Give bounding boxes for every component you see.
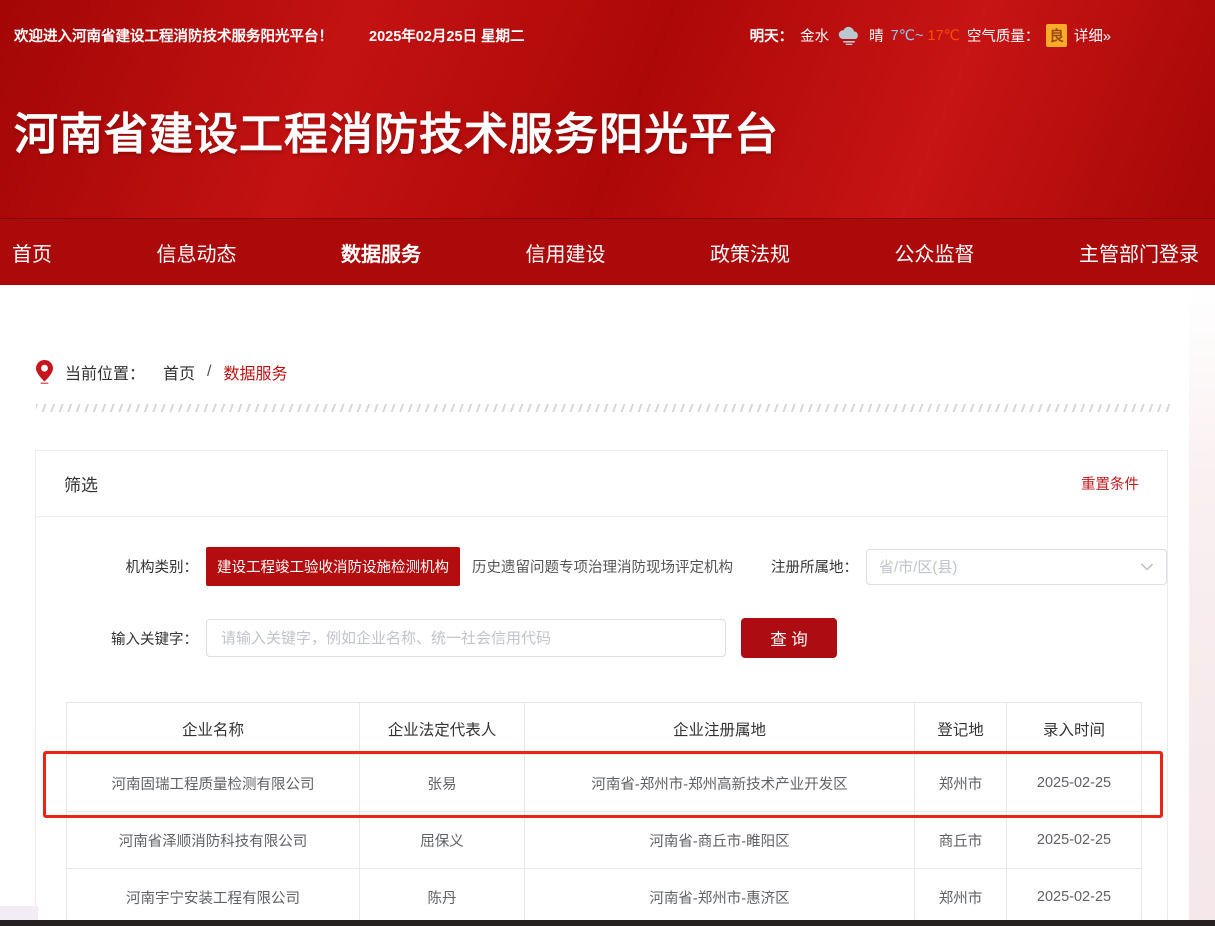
reset-filters-link[interactable]: 重置条件	[1081, 473, 1139, 494]
current-date: 2025年02月25日 星期二	[369, 25, 525, 46]
cell-legal-rep: 陈丹	[360, 869, 525, 926]
weather-district: 金水	[800, 25, 829, 46]
welcome-text: 欢迎进入河南省建设工程消防技术服务阳光平台！	[14, 25, 333, 46]
cell-entry-date: 2025-02-25	[1007, 755, 1142, 812]
weather-tomorrow-label: 明天：	[750, 25, 794, 46]
breadcrumb-label: 当前位置：	[65, 360, 145, 384]
keyword-label: 输入关键字：	[66, 628, 198, 649]
breadcrumb-current: 数据服务	[223, 360, 287, 384]
topbar: 欢迎进入河南省建设工程消防技术服务阳光平台！ 2025年02月25日 星期二 明…	[14, 24, 1215, 47]
cell-registered-place: 河南省-商丘市-睢阳区	[525, 812, 915, 869]
cell-entry-date: 2025-02-25	[1007, 869, 1142, 926]
nav-item-credit[interactable]: 信用建设	[526, 238, 606, 267]
cell-entry-date: 2025-02-25	[1007, 812, 1142, 869]
air-quality-badge: 良	[1046, 24, 1067, 47]
cell-registry-city: 郑州市	[915, 869, 1007, 926]
nav-item-home[interactable]: 首页	[12, 238, 52, 267]
col-header-company: 企业名称	[67, 703, 360, 755]
region-select-placeholder: 省/市/区(县)	[879, 556, 957, 577]
filter-panel: 筛选 重置条件 机构类别： 建设工程竣工验收消防设施检测机构 历史遗留问题专项治…	[35, 450, 1168, 926]
cell-company: 河南省泽顺消防科技有限公司	[67, 812, 360, 869]
cell-registered-place: 河南省-郑州市-郑州高新技术产业开发区	[525, 755, 915, 812]
location-pin-icon	[36, 360, 53, 384]
temp-high: 17℃	[928, 28, 960, 44]
nav-item-policy[interactable]: 政策法规	[710, 238, 790, 267]
category-chip-inactive[interactable]: 历史遗留问题专项治理消防现场评定机构	[472, 556, 733, 577]
bottom-dark-bar	[0, 920, 1215, 926]
cell-registry-city: 郑州市	[915, 755, 1007, 812]
region-label: 注册所属地：	[771, 556, 858, 577]
nav-item-admin-login[interactable]: 主管部门登录	[1079, 238, 1199, 267]
weather-widget: 明天： 金水 晴 7℃~ 17℃ 空气质量： 良 详细»	[750, 24, 1111, 47]
cell-company: 河南宇宁安装工程有限公司	[67, 869, 360, 926]
weather-condition: 晴	[869, 25, 884, 46]
chevron-down-icon	[1140, 560, 1154, 574]
breadcrumb: 当前位置： 首页 / 数据服务	[36, 360, 288, 384]
filter-panel-header: 筛选 重置条件	[36, 451, 1167, 517]
keyword-filter-row: 输入关键字： 查 询	[36, 618, 1167, 658]
search-button[interactable]: 查 询	[741, 618, 837, 658]
table-row[interactable]: 河南省泽顺消防科技有限公司 屈保义 河南省-商丘市-睢阳区 商丘市 2025-0…	[67, 812, 1142, 869]
region-select[interactable]: 省/市/区(县)	[866, 549, 1167, 585]
main-nav: 首页 信息动态 数据服务 信用建设 政策法规 公众监督 主管部门登录	[0, 218, 1215, 285]
cell-company: 河南固瑞工程质量检测有限公司	[67, 755, 360, 812]
temp-range-separator: ~	[915, 28, 923, 44]
col-header-legal-rep: 企业法定代表人	[360, 703, 525, 755]
temp-low: 7℃	[891, 28, 915, 44]
cell-registered-place: 河南省-郑州市-惠济区	[525, 869, 915, 926]
results-table: 企业名称 企业法定代表人 企业注册属地 登记地 录入时间 河南固瑞工程质量检测有…	[66, 702, 1142, 926]
air-quality-label: 空气质量：	[967, 25, 1040, 46]
nav-item-supervision[interactable]: 公众监督	[895, 238, 975, 267]
table-header-row: 企业名称 企业法定代表人 企业注册属地 登记地 录入时间	[67, 703, 1142, 755]
cell-legal-rep: 屈保义	[360, 812, 525, 869]
weather-temp-range: 7℃~ 17℃	[891, 28, 960, 44]
cloud-icon	[836, 26, 862, 46]
col-header-registry-city: 登记地	[915, 703, 1007, 755]
category-label: 机构类别：	[66, 556, 198, 577]
nav-item-data-service[interactable]: 数据服务	[341, 238, 421, 267]
keyword-input[interactable]	[206, 619, 726, 657]
table-row[interactable]: 河南宇宁安装工程有限公司 陈丹 河南省-郑州市-惠济区 郑州市 2025-02-…	[67, 869, 1142, 926]
category-filter-row: 机构类别： 建设工程竣工验收消防设施检测机构 历史遗留问题专项治理消防现场评定机…	[36, 547, 1167, 586]
slash-pattern-divider	[36, 404, 1170, 412]
breadcrumb-separator: /	[207, 363, 211, 381]
filter-title: 筛选	[64, 471, 98, 496]
col-header-entry-date: 录入时间	[1007, 703, 1142, 755]
weather-detail-link[interactable]: 详细»	[1074, 25, 1111, 46]
nav-item-news[interactable]: 信息动态	[157, 238, 237, 267]
category-chip-active[interactable]: 建设工程竣工验收消防设施检测机构	[206, 547, 460, 586]
page-edge-tint-left	[0, 906, 38, 920]
page-title: 河南省建设工程消防技术服务阳光平台	[14, 98, 779, 162]
cell-legal-rep: 张易	[360, 755, 525, 812]
cell-registry-city: 商丘市	[915, 812, 1007, 869]
breadcrumb-home[interactable]: 首页	[163, 360, 195, 384]
site-header: 欢迎进入河南省建设工程消防技术服务阳光平台！ 2025年02月25日 星期二 明…	[0, 0, 1215, 218]
col-header-registered-place: 企业注册属地	[525, 703, 915, 755]
page-edge-tint-right	[1189, 285, 1215, 920]
table-row[interactable]: 河南固瑞工程质量检测有限公司 张易 河南省-郑州市-郑州高新技术产业开发区 郑州…	[67, 755, 1142, 812]
